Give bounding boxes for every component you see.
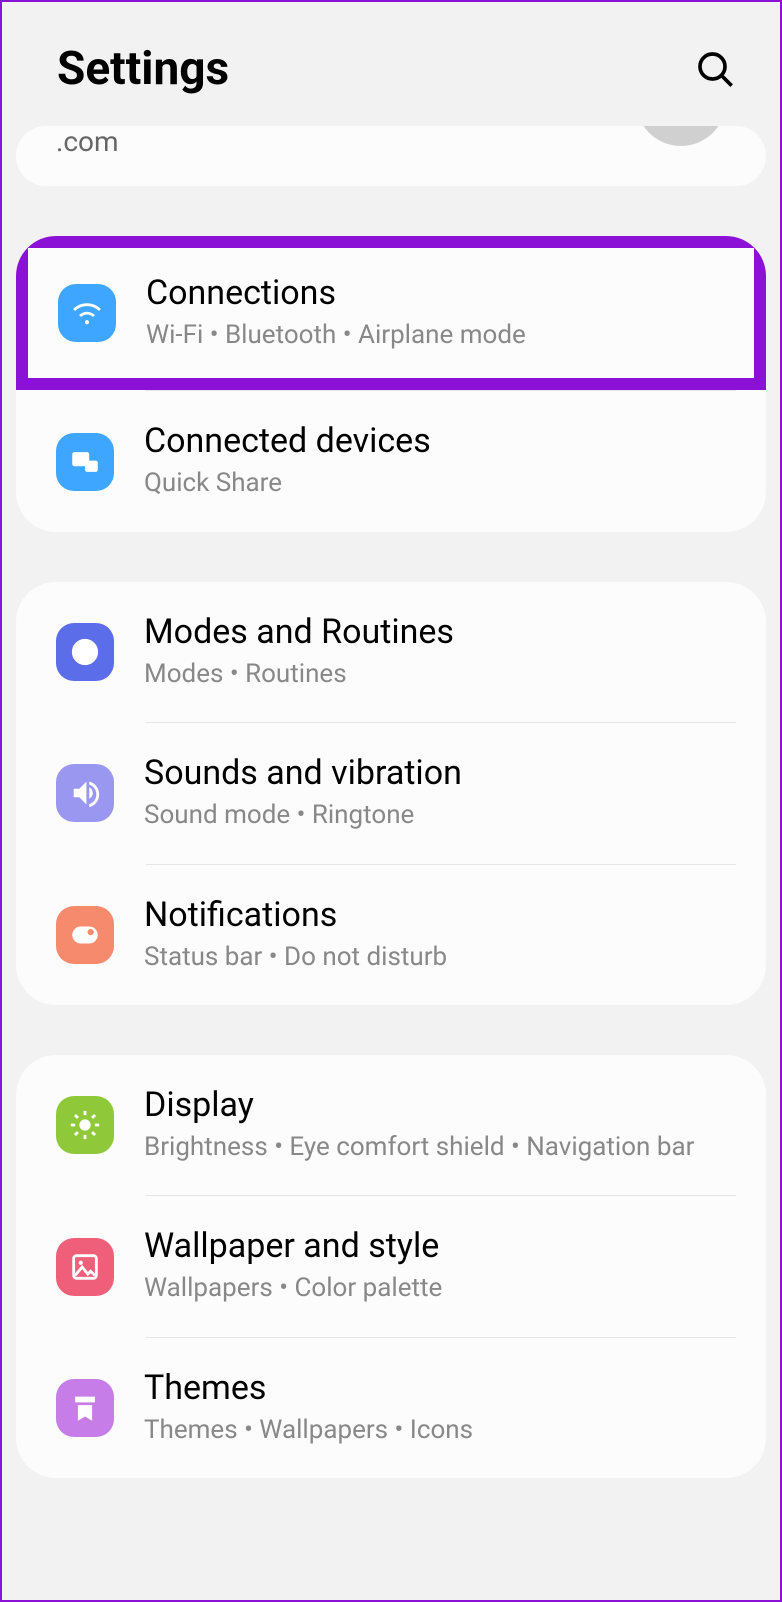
settings-item-connected-devices[interactable]: Connected devices Quick Share — [16, 391, 766, 531]
search-button[interactable] — [690, 44, 740, 94]
wallpaper-icon — [56, 1238, 114, 1296]
settings-header: Settings — [2, 2, 780, 126]
item-title: Connected devices — [144, 421, 736, 461]
devices-icon — [56, 433, 114, 491]
item-text: Sounds and vibration Sound mode • Ringto… — [144, 753, 736, 833]
item-title: Wallpaper and style — [144, 1226, 736, 1266]
themes-icon — [56, 1379, 114, 1437]
item-title: Modes and Routines — [144, 612, 736, 652]
item-title: Sounds and vibration — [144, 753, 736, 793]
item-subtitle: Modes • Routines — [144, 656, 736, 692]
item-subtitle: Sound mode • Ringtone — [144, 797, 736, 833]
item-subtitle: Themes • Wallpapers • Icons — [144, 1412, 736, 1448]
item-title: Connections — [146, 273, 734, 313]
avatar — [636, 126, 726, 146]
item-text: Themes Themes • Wallpapers • Icons — [144, 1368, 736, 1448]
item-text: Connected devices Quick Share — [144, 421, 736, 501]
item-title: Notifications — [144, 895, 736, 935]
item-subtitle: Quick Share — [144, 465, 736, 501]
settings-group-modes: Modes and Routines Modes • Routines Soun… — [16, 582, 766, 1005]
item-text: Modes and Routines Modes • Routines — [144, 612, 736, 692]
settings-item-wallpaper-style[interactable]: Wallpaper and style Wallpapers • Color p… — [16, 1196, 766, 1336]
sound-icon — [56, 764, 114, 822]
display-icon — [56, 1096, 114, 1154]
item-subtitle: Status bar • Do not disturb — [144, 939, 736, 975]
item-title: Themes — [144, 1368, 736, 1408]
item-subtitle: Wallpapers • Color palette — [144, 1270, 736, 1306]
item-text: Display Brightness • Eye comfort shield … — [144, 1085, 736, 1165]
search-icon — [695, 49, 735, 89]
item-subtitle: Wi-Fi • Bluetooth • Airplane mode — [146, 317, 734, 353]
settings-item-notifications[interactable]: Notifications Status bar • Do not distur… — [16, 865, 766, 1005]
account-email-snippet: .com — [56, 126, 119, 158]
settings-item-modes-routines[interactable]: Modes and Routines Modes • Routines — [16, 582, 766, 722]
account-card[interactable]: .com — [16, 126, 766, 186]
settings-group-connections: Connections Wi-Fi • Bluetooth • Airplane… — [16, 236, 766, 532]
settings-item-sounds-vibration[interactable]: Sounds and vibration Sound mode • Ringto… — [16, 723, 766, 863]
page-title: Settings — [57, 42, 229, 96]
wifi-icon — [58, 284, 116, 342]
item-title: Display — [144, 1085, 736, 1125]
settings-item-connections[interactable]: Connections Wi-Fi • Bluetooth • Airplane… — [16, 236, 766, 390]
notifications-icon — [56, 906, 114, 964]
settings-item-themes[interactable]: Themes Themes • Wallpapers • Icons — [16, 1338, 766, 1478]
settings-group-display: Display Brightness • Eye comfort shield … — [16, 1055, 766, 1478]
item-text: Wallpaper and style Wallpapers • Color p… — [144, 1226, 736, 1306]
item-subtitle: Brightness • Eye comfort shield • Naviga… — [144, 1129, 736, 1165]
item-text: Connections Wi-Fi • Bluetooth • Airplane… — [146, 273, 734, 353]
settings-item-display[interactable]: Display Brightness • Eye comfort shield … — [16, 1055, 766, 1195]
item-text: Notifications Status bar • Do not distur… — [144, 895, 736, 975]
modes-icon — [56, 623, 114, 681]
